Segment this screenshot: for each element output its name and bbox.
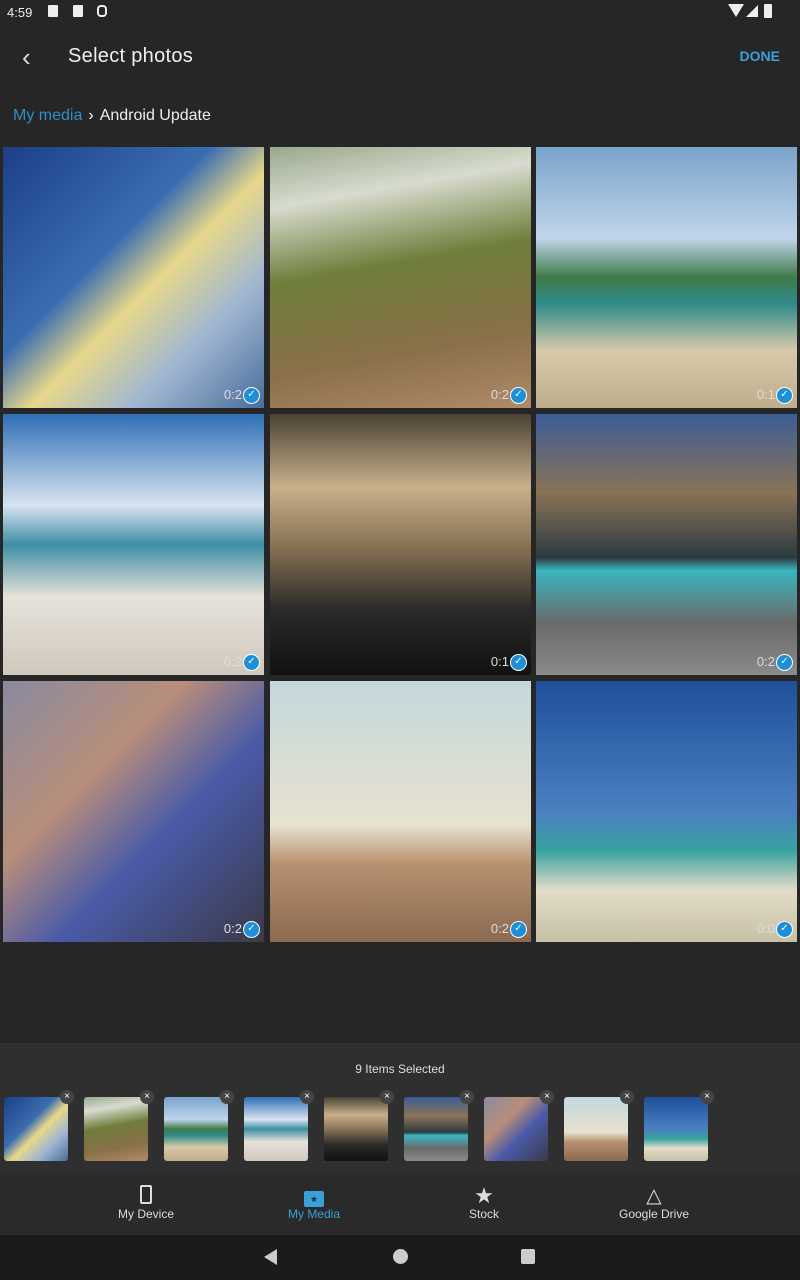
status-time: 4:59 — [7, 5, 33, 20]
check-icon[interactable]: ✓ — [243, 387, 260, 404]
photo-tile-aerial-beach-waves[interactable]: 0:2 ✓ — [270, 147, 531, 408]
remove-icon[interactable]: × — [620, 1090, 634, 1104]
duration-label: 0:2 — [490, 387, 509, 402]
duration-label: 0:1 — [756, 387, 775, 402]
check-icon[interactable]: ✓ — [776, 921, 793, 938]
breadcrumb-my-media[interactable]: My media — [13, 107, 82, 124]
selected-thumbnail[interactable]: × — [484, 1090, 554, 1161]
check-icon[interactable]: ✓ — [243, 654, 260, 671]
photo-tile-beach-chairs-hat[interactable]: 0:2 ✓ — [3, 414, 264, 675]
tab-my-media[interactable]: ★ My Media — [229, 1173, 399, 1235]
selected-thumbnail[interactable]: × — [404, 1090, 474, 1161]
nav-home-button[interactable] — [393, 1249, 408, 1264]
duration-label: 0:2 — [223, 387, 242, 402]
tab-label: Stock — [468, 1207, 499, 1221]
tab-my-device[interactable]: My Device — [61, 1173, 231, 1235]
tab-label: My Device — [117, 1207, 174, 1221]
tab-stock[interactable]: ★ Stock — [399, 1173, 569, 1235]
tab-google-drive[interactable]: △ Google Drive — [569, 1173, 739, 1235]
check-icon[interactable]: ✓ — [776, 654, 793, 671]
photo-tile-sun-palm-sky[interactable]: 0:2 ✓ — [3, 147, 264, 408]
page-title: Select photos — [68, 45, 194, 67]
remove-icon[interactable]: × — [380, 1090, 394, 1104]
duration-label: 0:0 — [756, 921, 775, 936]
folder-star-icon: ★ — [229, 1185, 399, 1207]
remove-icon[interactable]: × — [220, 1090, 234, 1104]
selected-thumbnail[interactable]: × — [84, 1090, 154, 1161]
remove-icon[interactable]: × — [700, 1090, 714, 1104]
photo-tile-palm-beach-island[interactable]: 0:1 ✓ — [536, 147, 797, 408]
photo-tile-yoga-beach[interactable]: 0:0 ✓ — [536, 681, 797, 942]
status-bar: 4:59 — [0, 0, 800, 24]
selected-thumbnail[interactable]: × — [324, 1090, 394, 1161]
duration-label: 0:2 — [223, 921, 242, 936]
back-button[interactable]: ‹ — [22, 42, 31, 73]
remove-icon[interactable]: × — [540, 1090, 554, 1104]
drive-icon: △ — [646, 1185, 662, 1207]
check-icon[interactable]: ✓ — [243, 921, 260, 938]
battery-icon — [764, 4, 772, 18]
selected-thumbnail[interactable]: × — [164, 1090, 234, 1161]
tab-label: Google Drive — [618, 1207, 690, 1221]
selected-count: 9 Items Selected — [355, 1062, 445, 1076]
star-icon: ★ — [474, 1183, 494, 1208]
check-icon[interactable]: ✓ — [510, 654, 527, 671]
breadcrumb: My media › Android Update — [13, 107, 211, 125]
phone-icon — [61, 1185, 231, 1207]
selection-panel: 9 Items Selected × × × × × × × × × — [0, 1043, 800, 1173]
duration-label: 0:1 — [490, 654, 509, 669]
selected-thumbnail[interactable]: × — [644, 1090, 714, 1161]
duration-label: 0:2 — [756, 654, 775, 669]
nav-recents-button[interactable] — [521, 1249, 535, 1264]
chevron-right-icon: › — [88, 107, 94, 124]
signal-icon — [746, 5, 758, 17]
photo-tile-beach-hut-pier[interactable]: 0:2 ✓ — [536, 414, 797, 675]
duration-label: 0:2 — [490, 921, 509, 936]
selected-thumbnail[interactable]: × — [244, 1090, 314, 1161]
remove-icon[interactable]: × — [60, 1090, 74, 1104]
check-icon[interactable]: ✓ — [510, 921, 527, 938]
check-icon[interactable]: ✓ — [776, 387, 793, 404]
wifi-icon — [728, 4, 744, 17]
tab-label: My Media — [287, 1207, 340, 1221]
sd-card-icon — [73, 5, 83, 17]
remove-icon[interactable]: × — [300, 1090, 314, 1104]
photo-tile-friends-walking-beach[interactable]: 0:2 ✓ — [3, 681, 264, 942]
selected-thumbnail[interactable]: × — [4, 1090, 74, 1161]
system-navigation — [0, 1235, 800, 1280]
photo-tile-silhouette-sunset[interactable]: 0:1 ✓ — [270, 414, 531, 675]
duration-label: 0:2 — [223, 654, 242, 669]
photo-tile-couple-bicycle-beach[interactable]: 0:2 ✓ — [270, 681, 531, 942]
source-tabs: My Device ★ My Media ★ Stock △ Google Dr… — [0, 1173, 800, 1235]
notification-a-icon — [48, 5, 58, 17]
check-icon[interactable]: ✓ — [510, 387, 527, 404]
done-button[interactable]: DONE — [740, 48, 780, 64]
app-bar: ‹ Select photos DONE — [0, 24, 800, 88]
remove-icon[interactable]: × — [460, 1090, 474, 1104]
remove-icon[interactable]: × — [140, 1090, 154, 1104]
notification-icon — [97, 5, 107, 17]
selected-thumbnail[interactable]: × — [564, 1090, 634, 1161]
breadcrumb-current: Android Update — [99, 107, 211, 124]
nav-back-button[interactable] — [264, 1249, 277, 1265]
